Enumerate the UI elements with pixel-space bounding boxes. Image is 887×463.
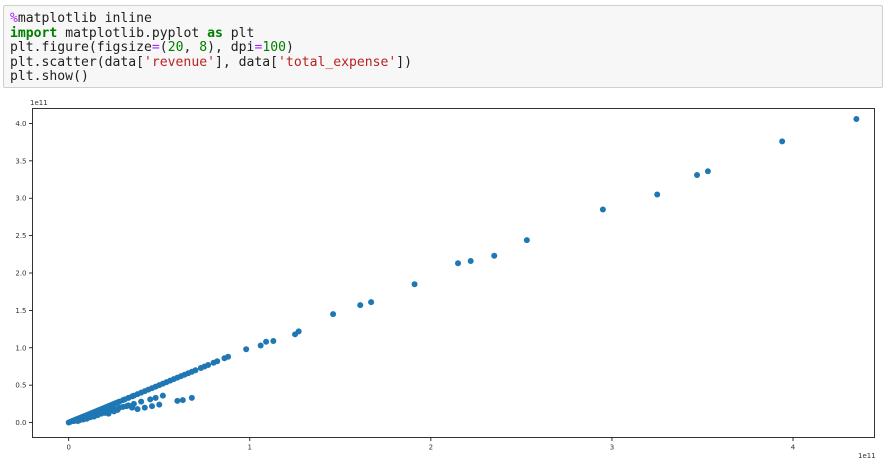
code-token: 100	[262, 40, 286, 55]
scatter-point	[214, 358, 221, 365]
code-token: 'total_expense'	[278, 54, 397, 70]
scatter-point	[357, 302, 364, 309]
y-tick-label: 2.5	[15, 232, 26, 240]
scatter-point	[123, 403, 130, 410]
scatter-point	[159, 392, 166, 399]
scatter-plot: 0.0 0.5 1.0 1.5 2.0 2.5 3.0 3.5 4.0 0 1 2 3 4 1e11 1…	[15, 99, 876, 460]
scatter-point	[491, 252, 498, 259]
code-line: plt.show()	[10, 69, 89, 84]
code-token: 8	[199, 40, 208, 55]
plot-axes-frame	[32, 108, 875, 438]
scatter-point	[192, 367, 199, 374]
x-tick-label: 2	[429, 444, 433, 452]
code-line: %matplotlib inline	[10, 11, 152, 26]
scatter-point	[694, 172, 701, 179]
code-token: matplotlib.pyplot	[57, 25, 208, 41]
scatter-point	[147, 396, 154, 403]
y-tick-label: 3.0	[15, 195, 26, 203]
code-token: 'revenue'	[144, 54, 215, 70]
code-token: matplotlib inline	[17, 11, 152, 26]
y-tick-label: 2.0	[15, 270, 26, 278]
scatter-point	[411, 281, 418, 288]
scatter-point	[205, 361, 212, 368]
code-token: plt.scatter(data[	[10, 54, 145, 70]
y-tick-label: 1.0	[15, 344, 26, 352]
y-tick-label: 1.5	[15, 307, 26, 315]
code-token: ), dpi	[207, 40, 255, 55]
scatter-point	[704, 168, 711, 175]
scatter-point	[76, 417, 83, 424]
code-token: )	[286, 40, 294, 55]
scatter-point	[188, 394, 195, 401]
scatter-point	[368, 299, 375, 306]
scatter-point	[270, 338, 277, 345]
code-token: import	[10, 25, 58, 41]
scatter-point	[455, 260, 462, 267]
code-token: 20	[167, 40, 184, 55]
scatter-point	[599, 206, 606, 213]
x-tick-label: 0	[66, 444, 70, 452]
scatter-point	[174, 397, 181, 404]
code-line: plt.scatter(data['revenue'], data['total…	[10, 55, 412, 70]
scatter-point	[779, 138, 786, 145]
y-tick-label: 0.5	[15, 382, 26, 390]
code-token: ,	[183, 40, 200, 55]
code-cell[interactable]: %matplotlib inline import matplotlib.pyp…	[3, 5, 883, 88]
scatter-point	[94, 411, 101, 418]
code-token: ])	[396, 54, 413, 70]
code-editor[interactable]: %matplotlib inline import matplotlib.pyp…	[10, 11, 412, 85]
scatter-point	[263, 338, 270, 345]
scatter-point	[129, 404, 136, 411]
scatter-point	[179, 397, 186, 404]
scatter-point	[141, 404, 148, 411]
y-tick-label: 3.5	[15, 157, 26, 165]
code-token: plt.figure(figsize	[10, 40, 152, 55]
x-offset-label: 1e11	[858, 452, 876, 460]
y-offset-label: 1e11	[30, 99, 48, 107]
code-token: as	[207, 25, 223, 41]
scatter-point	[152, 394, 159, 401]
code-token: ], data[	[214, 54, 279, 70]
scatter-point	[71, 418, 78, 425]
scatter-point	[225, 353, 232, 360]
scatter-point	[523, 237, 530, 244]
scatter-point	[105, 410, 112, 417]
scatter-point	[330, 311, 337, 318]
scatter-point	[134, 406, 141, 413]
x-tick-label: 3	[610, 444, 614, 452]
code-token: plt.show()	[10, 69, 89, 84]
scatter-point	[156, 401, 163, 408]
code-line: plt.figure(figsize=(20, 8), dpi=100)	[10, 40, 294, 55]
scatter-point	[87, 413, 94, 420]
scatter-point	[853, 115, 860, 122]
x-tick-label: 4	[791, 444, 796, 452]
code-token: =	[151, 40, 160, 55]
code-token: plt	[222, 25, 255, 41]
scatter-point	[257, 342, 264, 349]
scatter-point	[467, 258, 474, 265]
scatter-point	[149, 403, 156, 410]
y-tick-label: 4.0	[15, 120, 26, 128]
code-token: (	[159, 40, 168, 55]
scatter-point	[295, 328, 302, 335]
code-line: import matplotlib.pyplot as plt	[10, 26, 254, 41]
scatter-point	[110, 408, 117, 415]
scatter-point	[654, 191, 661, 198]
scatter-point	[138, 398, 145, 405]
scatter-point	[243, 346, 250, 353]
code-token: %	[10, 11, 18, 26]
y-tick-label: 0.0	[15, 419, 26, 427]
x-tick-label: 1	[248, 444, 252, 452]
